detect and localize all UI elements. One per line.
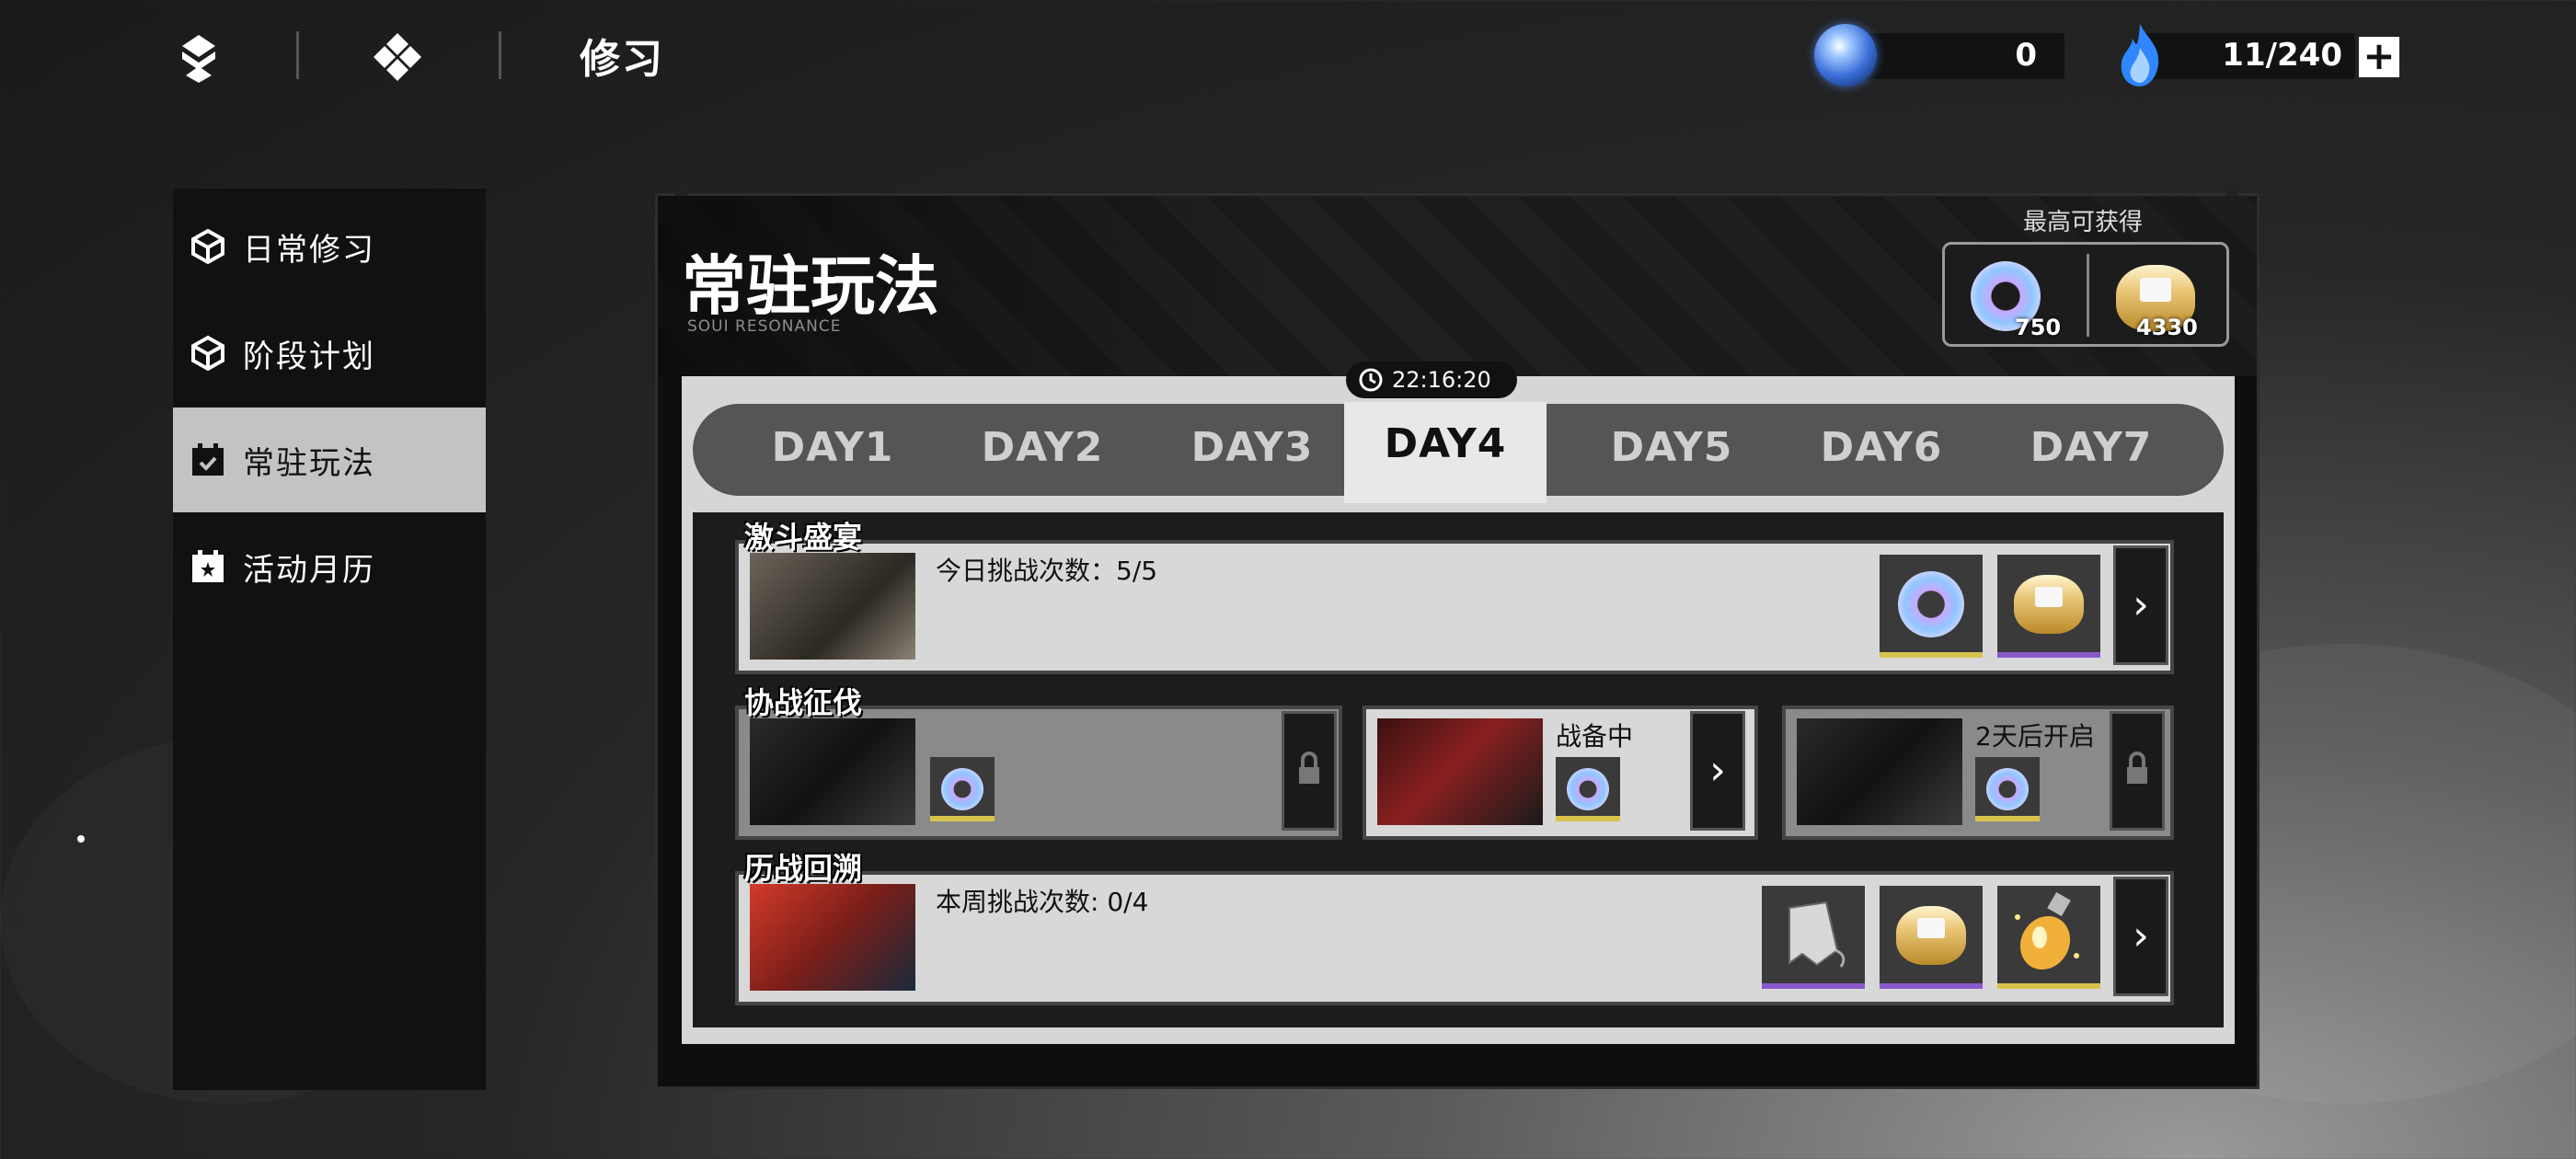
reward-ring-slot[interactable]: [1880, 555, 1983, 658]
content-paper: 22:16:20 DAY1 DAY2 DAY3 DAY4 DAY5 DAY6 D…: [682, 361, 2235, 1044]
home-logo-icon[interactable]: [171, 29, 226, 85]
row-title: 历战回溯: [744, 851, 863, 886]
sidebar-item-stage-plan[interactable]: 阶段计划: [173, 301, 486, 406]
gold-ingot-icon: [1896, 906, 1966, 965]
divider: [2087, 254, 2089, 337]
background-star: [77, 835, 85, 843]
locked-button: [2110, 711, 2165, 831]
sidebar-item-event-calendar[interactable]: 活动月历: [173, 514, 486, 619]
timer-text: 22:16:20: [1392, 367, 1491, 393]
tab-day6[interactable]: DAY6: [1780, 424, 1983, 471]
max-reward-label: 最高可获得: [2023, 209, 2144, 236]
reward-gold-slot[interactable]: [1997, 555, 2100, 658]
reward-potion-slot[interactable]: [1997, 886, 2100, 989]
tab-day3[interactable]: DAY3: [1151, 424, 1353, 471]
reward-qty: 750: [2015, 315, 2062, 340]
sidebar-item-daily[interactable]: 日常修习: [173, 194, 486, 299]
row-title: 激斗盛宴: [744, 520, 863, 555]
challenge-count: 今日挑战次数：5/5: [936, 556, 1158, 586]
tab-day1[interactable]: DAY1: [731, 424, 934, 471]
reward-gold-slot[interactable]: [1880, 886, 1983, 989]
ring-icon: [1986, 768, 2029, 810]
cube-icon: [191, 335, 224, 372]
tab-day2[interactable]: DAY2: [941, 424, 1144, 471]
countdown-timer: 22:16:20: [1346, 361, 1517, 398]
locked-button: [1282, 711, 1337, 831]
diamond-menu-icon[interactable]: [370, 29, 425, 85]
currency-stamina: 11/240: [2144, 33, 2355, 79]
max-reward-box[interactable]: 750 4330: [1942, 242, 2229, 347]
boss-thumbnail: [1797, 718, 1962, 825]
reward-ring-slot[interactable]: [930, 757, 995, 821]
reward-qty: 4330: [2136, 315, 2198, 340]
currency-orb-value: 0: [2015, 37, 2037, 74]
tab-day5[interactable]: DAY5: [1570, 424, 1773, 471]
sidebar: 日常修习 阶段计划 常驻玩法 活动月历: [173, 189, 486, 1090]
gold-ingot-icon: [2014, 575, 2084, 634]
ring-icon: [941, 768, 983, 810]
panel-header: 常驻玩法 SOUI RESONANCE 最高可获得 750 4330: [658, 196, 2257, 376]
permanent-mode-panel: 常驻玩法 SOUI RESONANCE 最高可获得 750 4330 22:16…: [655, 185, 2260, 1089]
panel-subtitle: SOUI RESONANCE: [687, 317, 842, 336]
panel-title: 常驻玩法: [682, 247, 939, 324]
sidebar-item-label: 常驻玩法: [243, 444, 375, 482]
cube-icon: [191, 228, 224, 265]
enter-arrow-button[interactable]: ›: [2113, 877, 2168, 996]
activity-card-coop-1[interactable]: [735, 706, 1342, 840]
add-stamina-button[interactable]: +: [2359, 37, 2399, 77]
activity-card-coop-3[interactable]: 2天后开启: [1782, 706, 2174, 840]
boss-thumbnail: [750, 718, 915, 825]
sidebar-item-permanent[interactable]: 常驻玩法: [173, 407, 486, 512]
activity-thumbnail: [750, 553, 915, 660]
tag-material-icon: [1788, 901, 1846, 968]
activity-board: 激斗盛宴 今日挑战次数：5/5 › 协战征伐 战备中 › 2天后开启 历战回溯 …: [693, 512, 2224, 1027]
separator: [296, 31, 299, 79]
ring-icon: [1567, 768, 1609, 810]
activity-thumbnail: [750, 884, 915, 991]
day-tabs: DAY1 DAY2 DAY3 DAY4 DAY5 DAY6 DAY7: [693, 402, 2224, 503]
activity-card-brawl[interactable]: 今日挑战次数：5/5 ›: [735, 540, 2174, 674]
separator: [499, 31, 501, 79]
boss-thumbnail: [1377, 718, 1543, 825]
currency-stamina-value: 11/240: [2222, 37, 2342, 74]
enter-arrow-button[interactable]: ›: [1690, 711, 1745, 831]
reward-ring-slot[interactable]: [1556, 757, 1620, 821]
status-text: 战备中: [1556, 721, 1634, 752]
page-title: 修习: [580, 36, 664, 83]
calendar-star-icon: [192, 550, 224, 582]
challenge-count: 本周挑战次数: 0/4: [936, 887, 1149, 917]
potion-icon: [2015, 891, 2079, 970]
activity-card-coop-2[interactable]: 战备中 ›: [1363, 706, 1758, 840]
top-bar: 修习 0 11/240 +: [0, 0, 2576, 120]
activity-card-retrospect[interactable]: 本周挑战次数: 0/4 ›: [735, 871, 2174, 1005]
ring-icon: [1898, 571, 1964, 637]
status-text: 2天后开启: [1975, 721, 2095, 752]
sidebar-item-label: 活动月历: [243, 551, 375, 589]
row-title: 协战征伐: [744, 685, 863, 720]
tab-day7[interactable]: DAY7: [1990, 424, 2192, 471]
reward-material-slot[interactable]: [1762, 886, 1865, 989]
blue-orb-icon: [1814, 24, 1877, 86]
tab-day4[interactable]: DAY4: [1344, 402, 1547, 503]
lock-icon: [2127, 752, 2147, 784]
blue-flame-icon: [2116, 22, 2164, 88]
clock-icon: [1359, 368, 1383, 392]
sidebar-item-label: 阶段计划: [243, 338, 375, 375]
sidebar-item-label: 日常修习: [243, 231, 375, 269]
reward-ring-slot[interactable]: [1975, 757, 2040, 821]
lock-icon: [1299, 752, 1319, 784]
calendar-icon: [192, 443, 224, 476]
enter-arrow-button[interactable]: ›: [2113, 545, 2168, 665]
